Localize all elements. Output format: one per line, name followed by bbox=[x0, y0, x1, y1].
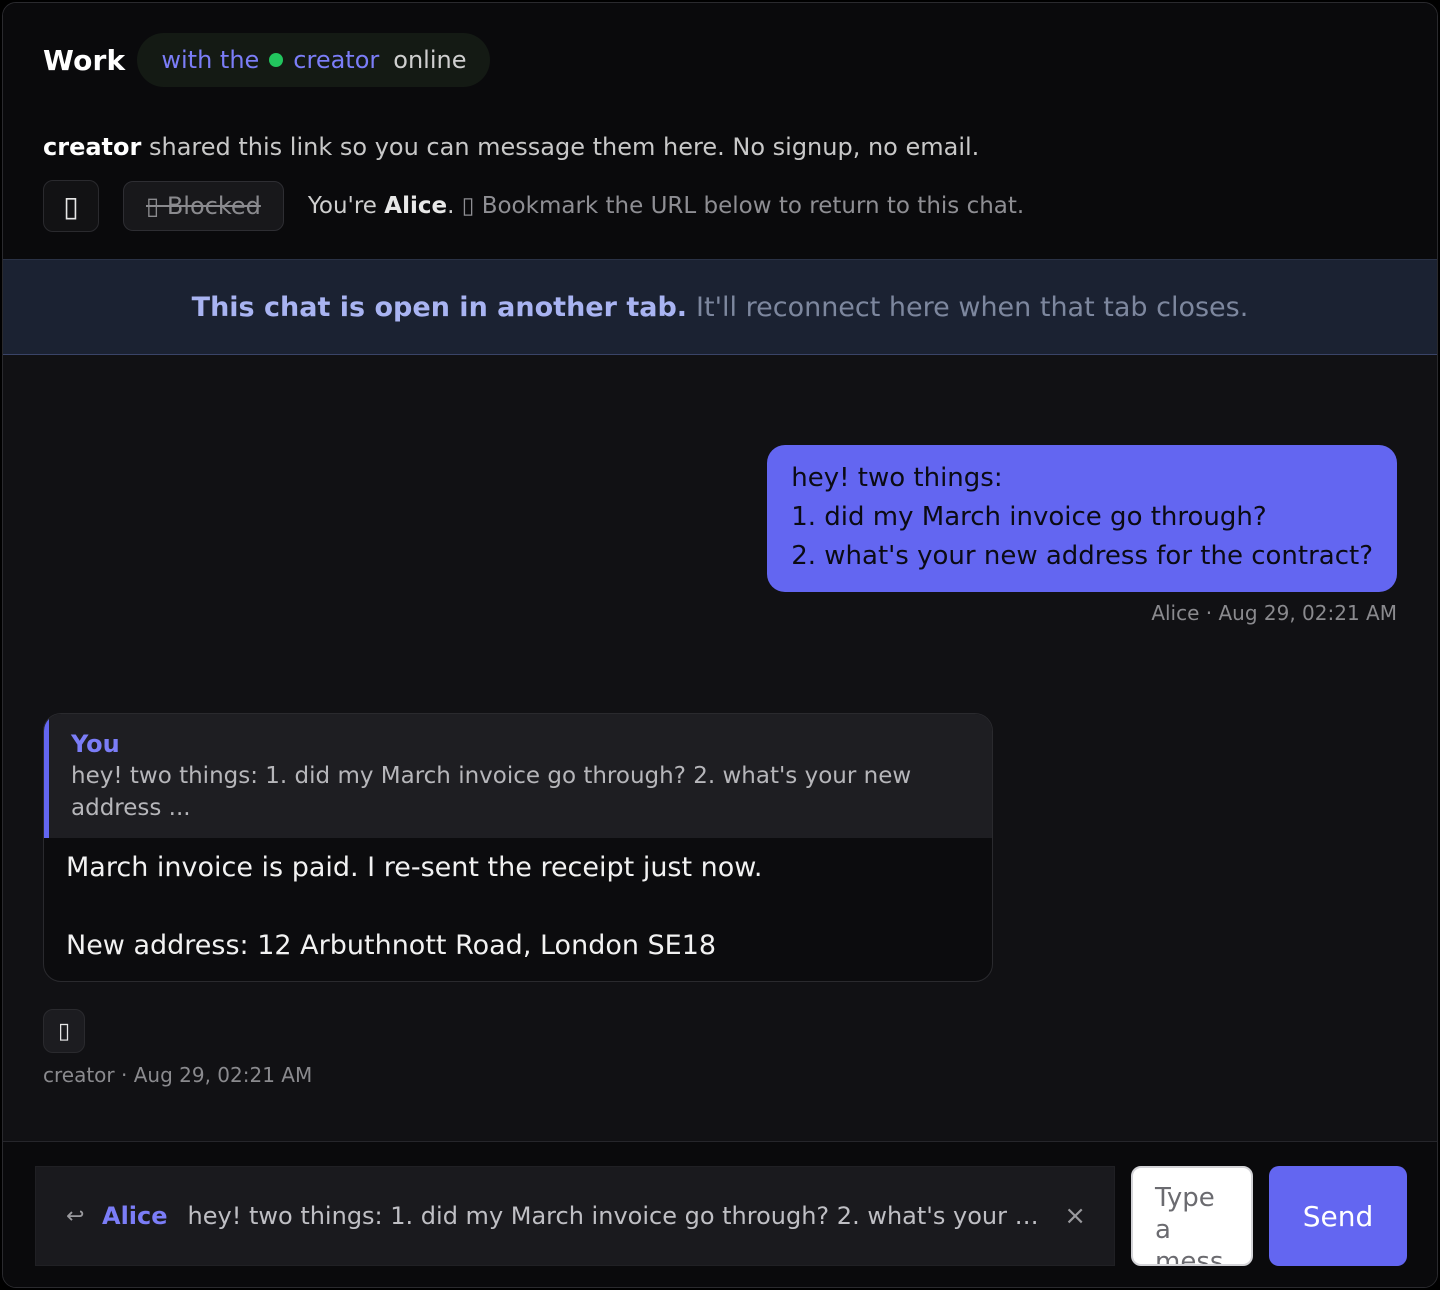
identity-suffix: . bbox=[447, 193, 455, 219]
share-note-text: shared this link so you can message them… bbox=[148, 133, 980, 161]
box-glyph-icon: ▯ bbox=[57, 1018, 71, 1044]
online-dot-icon bbox=[269, 53, 284, 67]
reply-author: Alice bbox=[102, 1202, 168, 1230]
identity-name: Alice bbox=[384, 193, 448, 219]
title-row: Work with the creator online bbox=[43, 33, 491, 87]
identity-note: You're Alice. ▯ Bookmark the URL below t… bbox=[308, 193, 1024, 219]
share-note: creator shared this link so you can mess… bbox=[43, 133, 979, 161]
outgoing-message-meta: Alice · Aug 29, 02:21 AM bbox=[1151, 601, 1397, 625]
chat-window: Work with the creator online creator sha… bbox=[2, 2, 1438, 1288]
message-body: March invoice is paid. I re-sent the rec… bbox=[44, 838, 992, 981]
chat-header: Work with the creator online creator sha… bbox=[3, 3, 1437, 259]
outgoing-message-bubble[interactable]: hey! two things: 1. did my March invoice… bbox=[767, 445, 1397, 592]
banner-text: It'll reconnect here when that tab close… bbox=[696, 291, 1249, 323]
message-list: hey! two things: 1. did my March invoice… bbox=[3, 355, 1437, 1141]
bookmark-text: Bookmark the URL below to return to this… bbox=[481, 193, 1025, 219]
controls-row: ▯ ▯ Blocked You're Alice. ▯ Bookmark the… bbox=[43, 179, 1024, 233]
message-line: March invoice is paid. I re-sent the rec… bbox=[66, 852, 763, 883]
bookmark-icon: ▯ bbox=[461, 193, 475, 219]
presence-status: online bbox=[393, 46, 467, 74]
quote-author: You bbox=[71, 730, 120, 758]
box-glyph-icon: ▯ bbox=[63, 189, 79, 223]
quoted-message[interactable]: You hey! two things: 1. did my March inv… bbox=[44, 714, 992, 838]
message-line: hey! two things: bbox=[791, 463, 1003, 493]
incoming-message-meta: creator · Aug 29, 02:21 AM bbox=[43, 1063, 313, 1087]
share-note-name: creator bbox=[43, 133, 142, 161]
message-line: 2. what's your new address for the contr… bbox=[791, 541, 1373, 571]
settings-button[interactable]: ▯ bbox=[43, 180, 99, 232]
composer: ↩ Alice hey! two things: 1. did my March… bbox=[3, 1141, 1437, 1287]
message-input[interactable] bbox=[1131, 1166, 1253, 1266]
reply-arrow-icon: ↩ bbox=[66, 1203, 85, 1229]
presence-pill: with the creator online bbox=[137, 33, 491, 87]
presence-prefix: with the bbox=[161, 46, 260, 74]
blocked-button[interactable]: ▯ Blocked bbox=[123, 181, 284, 231]
banner-title: This chat is open in another tab. bbox=[191, 291, 688, 323]
presence-name: creator bbox=[293, 46, 380, 74]
incoming-message-bubble[interactable]: You hey! two things: 1. did my March inv… bbox=[43, 713, 993, 982]
quote-text: hey! two things: 1. did my March invoice… bbox=[71, 763, 912, 821]
reaction-button[interactable]: ▯ bbox=[43, 1009, 85, 1053]
reply-text: hey! two things: 1. did my March invoice… bbox=[187, 1202, 1043, 1230]
other-tab-banner: This chat is open in another tab. It'll … bbox=[3, 259, 1437, 355]
message-line: 1. did my March invoice go through? bbox=[791, 502, 1267, 532]
reply-preview: ↩ Alice hey! two things: 1. did my March… bbox=[35, 1166, 1115, 1266]
send-button[interactable]: Send bbox=[1269, 1166, 1407, 1266]
close-icon[interactable]: × bbox=[1064, 1201, 1086, 1231]
space-name: Work bbox=[43, 43, 126, 77]
message-line: New address: 12 Arbuthnott Road, London … bbox=[66, 930, 717, 961]
identity-prefix: You're bbox=[307, 193, 377, 219]
